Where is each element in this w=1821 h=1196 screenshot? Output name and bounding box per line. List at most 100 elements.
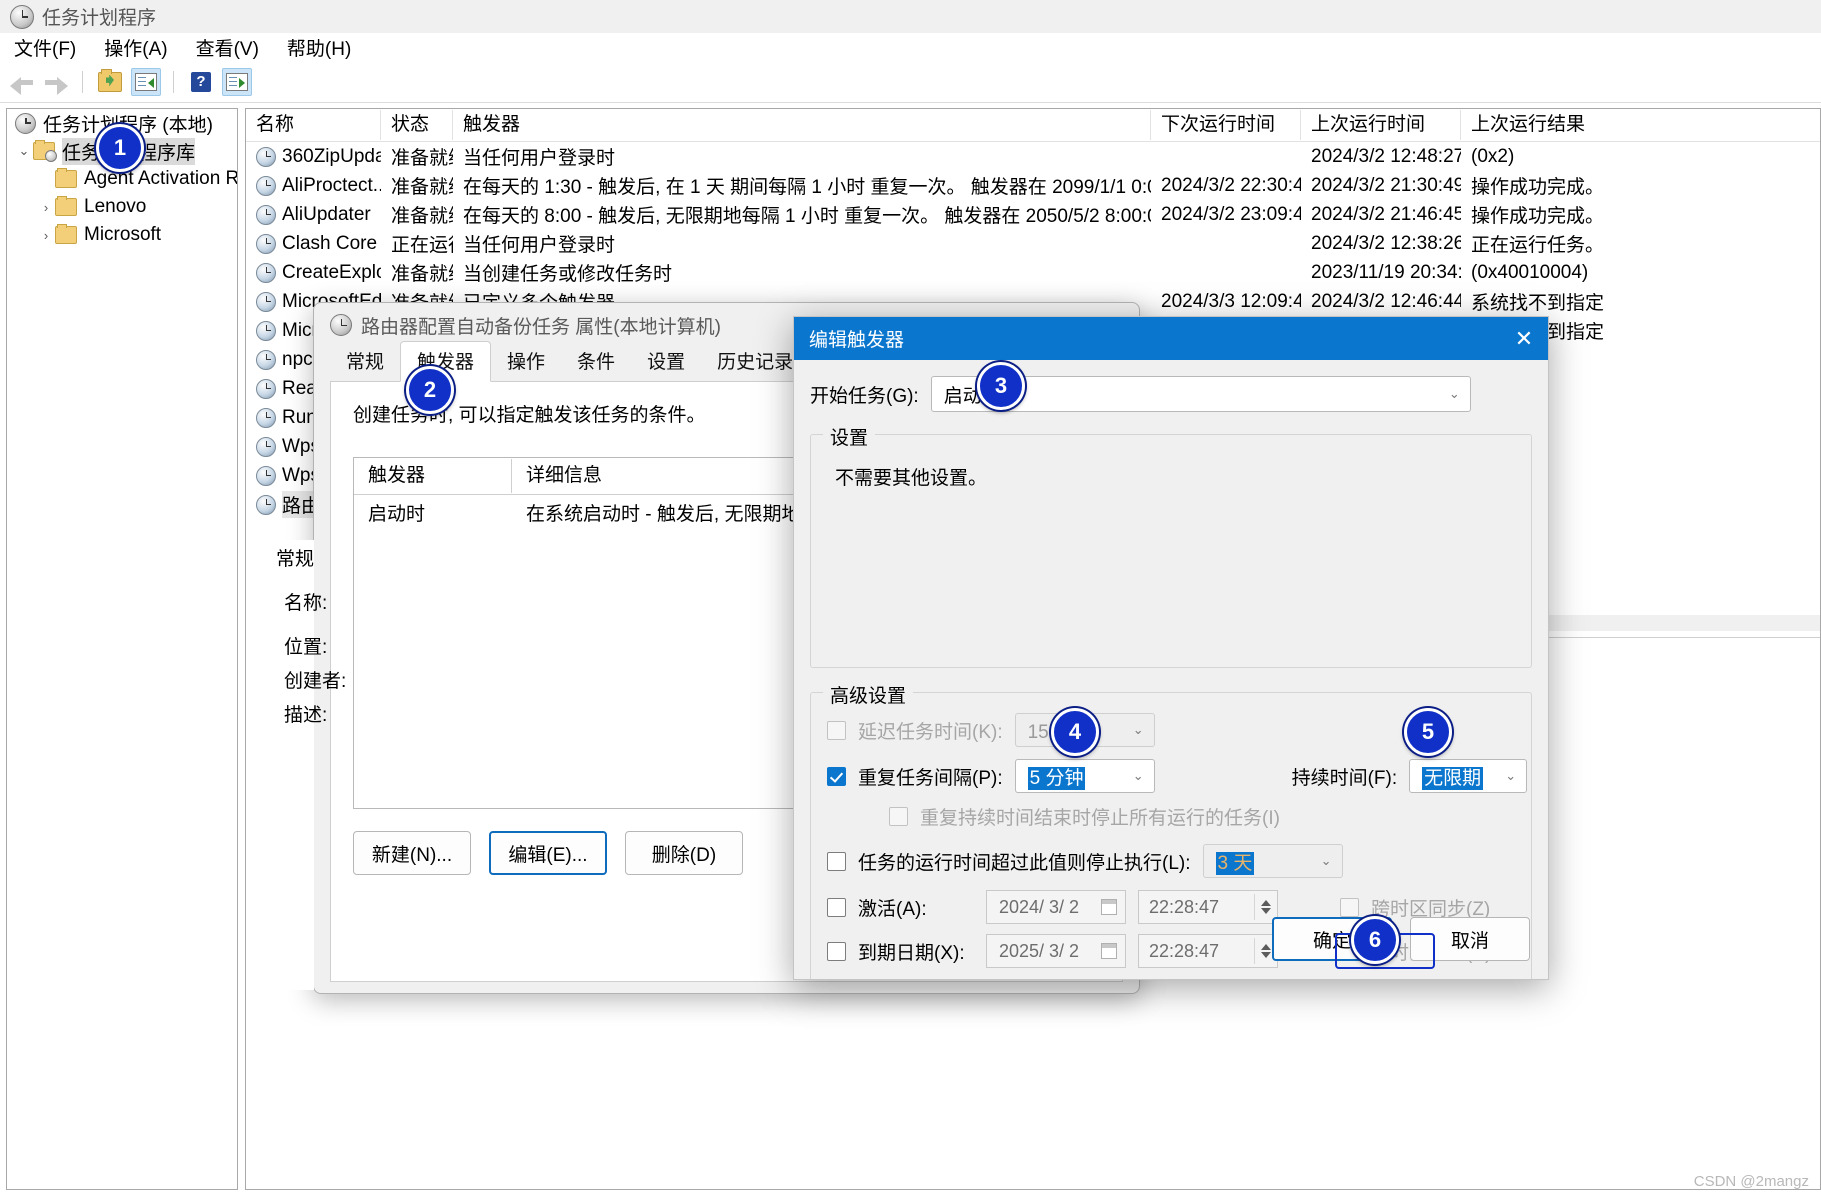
activate-sync-checkbox[interactable]	[1340, 897, 1359, 917]
show-console-tree-icon[interactable]	[131, 67, 161, 96]
expire-date-input[interactable]: 2025/ 3/ 2	[986, 934, 1126, 968]
callout-badge-6: 6	[1351, 916, 1399, 964]
menu-item-help[interactable]: 帮助(H)	[287, 34, 351, 61]
table-row[interactable]: Clash Core ... 正在运行当任何用户登录时 2024/3/2 12:38…	[246, 229, 1820, 258]
toolbar: ?	[0, 61, 1821, 103]
trigger-cell-name: 启动时	[368, 503, 426, 525]
calendar-icon[interactable]	[1101, 899, 1117, 915]
chevron-down-icon: ⌄	[1320, 853, 1332, 868]
chevron-down-icon[interactable]: ⌄	[15, 143, 33, 159]
chevron-down-icon: ⌄	[1448, 386, 1460, 401]
menu-item-action[interactable]: 操作(A)	[104, 34, 167, 61]
console-tree-pane[interactable]: 任务计划程序 (本地) ⌄ 任务计划程序库 Agent Activation R…	[6, 108, 238, 1190]
clock-icon	[256, 146, 276, 167]
new-trigger-button[interactable]: 新建(N)...	[353, 831, 471, 875]
calendar-icon[interactable]	[1101, 943, 1117, 959]
edit-trigger-button[interactable]: 编辑(E)...	[489, 831, 607, 875]
expire-label: 到期日期(X):	[858, 942, 965, 964]
cell-last: 2024/3/2 21:46:45	[1311, 203, 1461, 225]
detail-field-description: 描述:	[284, 705, 328, 726]
open-folder-icon[interactable]	[95, 68, 125, 96]
activate-time-value: 22:28:47	[1149, 896, 1220, 917]
duration-select[interactable]: 无限期 ⌄	[1409, 759, 1528, 793]
table-row[interactable]: AliUpdater 准备就绪在每天的 8:00 - 触发后, 无限期地每隔 1 …	[246, 200, 1820, 229]
column-header-triggers[interactable]: 触发器	[453, 110, 1151, 140]
cell-status: 准备就绪	[391, 206, 453, 227]
cell-trigger: 当任何用户登录时	[463, 235, 616, 256]
clock-icon	[256, 494, 276, 515]
cell-name: AliProctect...	[246, 175, 381, 197]
tree-item-lenovo[interactable]: › Lenovo	[7, 193, 237, 221]
cell-status: 准备就绪	[391, 148, 453, 169]
stop-if-longer-value: 3 天	[1215, 851, 1255, 875]
cell-name: 360ZipUpda...	[246, 146, 381, 168]
tab-settings[interactable]: 设置	[631, 342, 701, 381]
clock-icon	[256, 175, 276, 196]
delete-trigger-button[interactable]: 删除(D)	[625, 831, 743, 875]
begin-task-label: 开始任务(G):	[810, 385, 919, 407]
expire-time-input[interactable]: 22:28:47	[1138, 934, 1278, 968]
activate-date-input[interactable]: 2024/ 3/ 2	[986, 890, 1126, 924]
column-header-status[interactable]: 状态	[381, 110, 453, 140]
column-header-last-run[interactable]: 上次运行时间	[1301, 110, 1461, 140]
tree-item-label: Agent Activation Run	[84, 168, 238, 189]
repeat-interval-select[interactable]: 5 分钟 ⌄	[1014, 759, 1155, 793]
table-row[interactable]: CreateExplo... 准备就绪当创建任务或修改任务时 2023/11/19 …	[246, 258, 1820, 287]
tab-actions[interactable]: 操作	[491, 342, 561, 381]
toolbar-separator	[82, 70, 83, 93]
settings-group: 设置 不需要其他设置。	[810, 423, 1532, 668]
stop-if-longer-label: 任务的运行时间超过此值则停止执行(L):	[858, 852, 1191, 874]
cell-last: 2023/11/19 20:34:24	[1311, 261, 1461, 283]
window-title: 任务计划程序	[42, 8, 157, 29]
stop-at-end-row: 重复持续时间结束时停止所有运行的任务(I)	[889, 803, 1531, 830]
activate-time-input[interactable]: 22:28:47	[1138, 890, 1278, 924]
table-row[interactable]: 360ZipUpda... 准备就绪当任何用户登录时 2024/3/2 12:48:…	[246, 142, 1820, 171]
edit-trigger-body: 开始任务(G): 启动时 ⌄ 设置 不需要其他设置。 高级设置 延迟任务时间(K…	[794, 360, 1548, 979]
column-header-next-run[interactable]: 下次运行时间	[1151, 110, 1301, 140]
delay-task-checkbox[interactable]	[827, 720, 846, 740]
folder-icon	[55, 196, 77, 216]
tree-item-microsoft[interactable]: › Microsoft	[7, 221, 237, 249]
chevron-right-icon[interactable]: ›	[37, 228, 55, 243]
column-header-name[interactable]: 名称	[246, 110, 381, 140]
activate-checkbox[interactable]	[827, 897, 846, 917]
callout-badge-1: 1	[96, 124, 144, 172]
table-row[interactable]: AliProctect... 准备就绪在每天的 1:30 - 触发后, 在 1 天…	[246, 171, 1820, 200]
detail-field-name: 名称:	[284, 593, 328, 614]
cell-next: 2024/3/2 22:30:48	[1161, 174, 1301, 196]
menu-item-file[interactable]: 文件(F)	[14, 34, 76, 61]
begin-task-row: 开始任务(G): 启动时 ⌄	[810, 376, 1532, 412]
cell-result: 操作成功完成。	[1471, 177, 1605, 198]
cell-name: AliUpdater	[246, 204, 381, 226]
chevron-right-icon[interactable]: ›	[37, 200, 55, 215]
back-arrow-icon[interactable]	[8, 70, 36, 95]
column-header-last-result[interactable]: 上次运行结果	[1461, 110, 1661, 140]
repeat-task-checkbox[interactable]	[827, 766, 846, 786]
cell-result: (0x40010004)	[1471, 261, 1589, 283]
menu-bar: 文件(F) 操作(A) 查看(V) 帮助(H)	[0, 33, 1821, 61]
stop-at-end-checkbox[interactable]	[889, 807, 908, 826]
repeat-task-row: 重复任务间隔(P): 5 分钟 ⌄ 持续时间(F): 无限期 ⌄	[827, 759, 1531, 793]
triggers-col-trigger: 触发器	[354, 459, 512, 493]
clock-icon	[256, 407, 276, 428]
tab-general[interactable]: 常规	[330, 342, 400, 381]
edit-trigger-dialog[interactable]: 编辑触发器 ✕ 开始任务(G): 启动时 ⌄ 设置 不需要其他设置。 高级设置	[793, 316, 1549, 980]
menu-item-view[interactable]: 查看(V)	[196, 34, 259, 61]
clock-icon	[256, 436, 276, 457]
stop-if-longer-checkbox[interactable]	[827, 851, 846, 871]
expire-time-value: 22:28:47	[1149, 940, 1220, 961]
help-icon[interactable]: ?	[186, 68, 216, 96]
delay-task-label: 延迟任务时间(K):	[858, 721, 1003, 743]
duration-value: 无限期	[1422, 766, 1484, 790]
spinner-icon[interactable]	[1254, 894, 1271, 920]
clock-icon	[330, 314, 352, 336]
show-action-pane-icon[interactable]	[222, 67, 252, 96]
settings-group-label: 设置	[823, 423, 876, 450]
expire-checkbox[interactable]	[827, 941, 846, 961]
stop-if-longer-select[interactable]: 3 天 ⌄	[1202, 844, 1343, 878]
close-icon[interactable]: ✕	[1500, 317, 1548, 360]
spinner-icon[interactable]	[1254, 938, 1271, 964]
forward-arrow-icon[interactable]	[42, 70, 70, 95]
clock-icon	[256, 378, 276, 399]
tab-conditions[interactable]: 条件	[561, 342, 631, 381]
